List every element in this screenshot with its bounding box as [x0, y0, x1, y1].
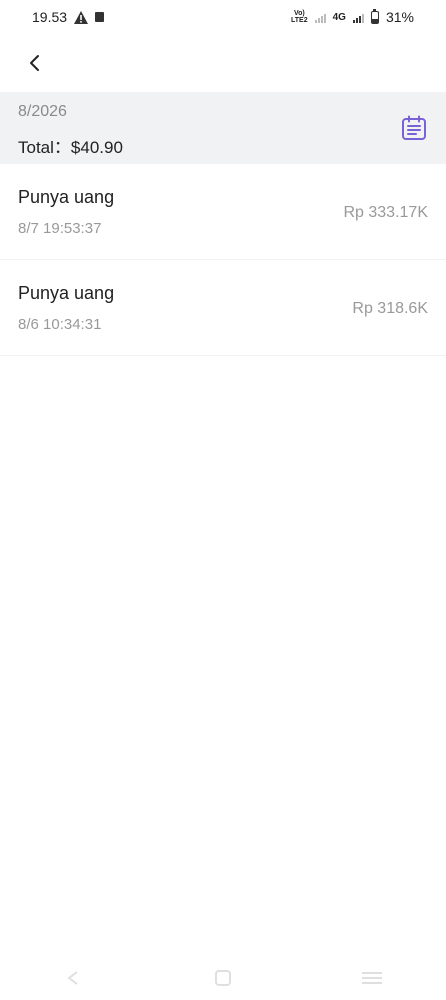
- list-item[interactable]: Punya uang 8/7 19:53:37 Rp 333.17K: [0, 164, 446, 260]
- battery-icon: [370, 8, 379, 24]
- system-nav-bar: [0, 956, 446, 1000]
- record-time: 8/6 10:34:31: [18, 316, 102, 333]
- summary-header: 8/2026 Total：$40.90: [0, 92, 446, 164]
- warning-icon: [74, 10, 89, 24]
- record-title: Punya uang: [18, 283, 115, 303]
- menu-nav-icon[interactable]: [361, 970, 383, 986]
- calendar-list-icon[interactable]: [401, 115, 427, 141]
- record-amount: Rp 318.6K: [352, 300, 428, 317]
- record-time: 8/7 19:53:37: [18, 220, 102, 237]
- notification-icon: [95, 12, 105, 22]
- status-time: 19.53: [32, 9, 68, 25]
- record-title: Punya uang: [18, 187, 115, 207]
- back-nav-icon[interactable]: [63, 970, 85, 986]
- volte-bottom: LTE2: [291, 17, 308, 24]
- signal-strong-icon: [352, 12, 364, 23]
- total-label: Total：$40.90: [18, 138, 123, 157]
- record-amount: Rp 333.17K: [343, 204, 428, 221]
- list-item[interactable]: Punya uang 8/6 10:34:31 Rp 318.6K: [0, 260, 446, 356]
- record-list: Punya uang 8/7 19:53:37 Rp 333.17K Punya…: [0, 164, 446, 356]
- status-right: Vo) LTE2 4G 31%: [291, 8, 414, 25]
- chevron-left-icon: [30, 55, 39, 71]
- volte-top: Vo): [293, 10, 305, 17]
- network-type: 4G: [332, 11, 346, 23]
- back-button[interactable]: [18, 46, 52, 80]
- nav-bar: [0, 34, 446, 92]
- month-label: 8/2026: [18, 103, 67, 120]
- status-left: 19.53: [32, 9, 105, 25]
- status-bar: 19.53 Vo) LTE2 4G 31%: [0, 0, 446, 34]
- signal-weak-icon: [314, 12, 326, 23]
- battery-percent: 31%: [385, 9, 414, 25]
- home-nav-icon[interactable]: [212, 970, 234, 986]
- volte-icon: Vo) LTE2: [291, 10, 308, 24]
